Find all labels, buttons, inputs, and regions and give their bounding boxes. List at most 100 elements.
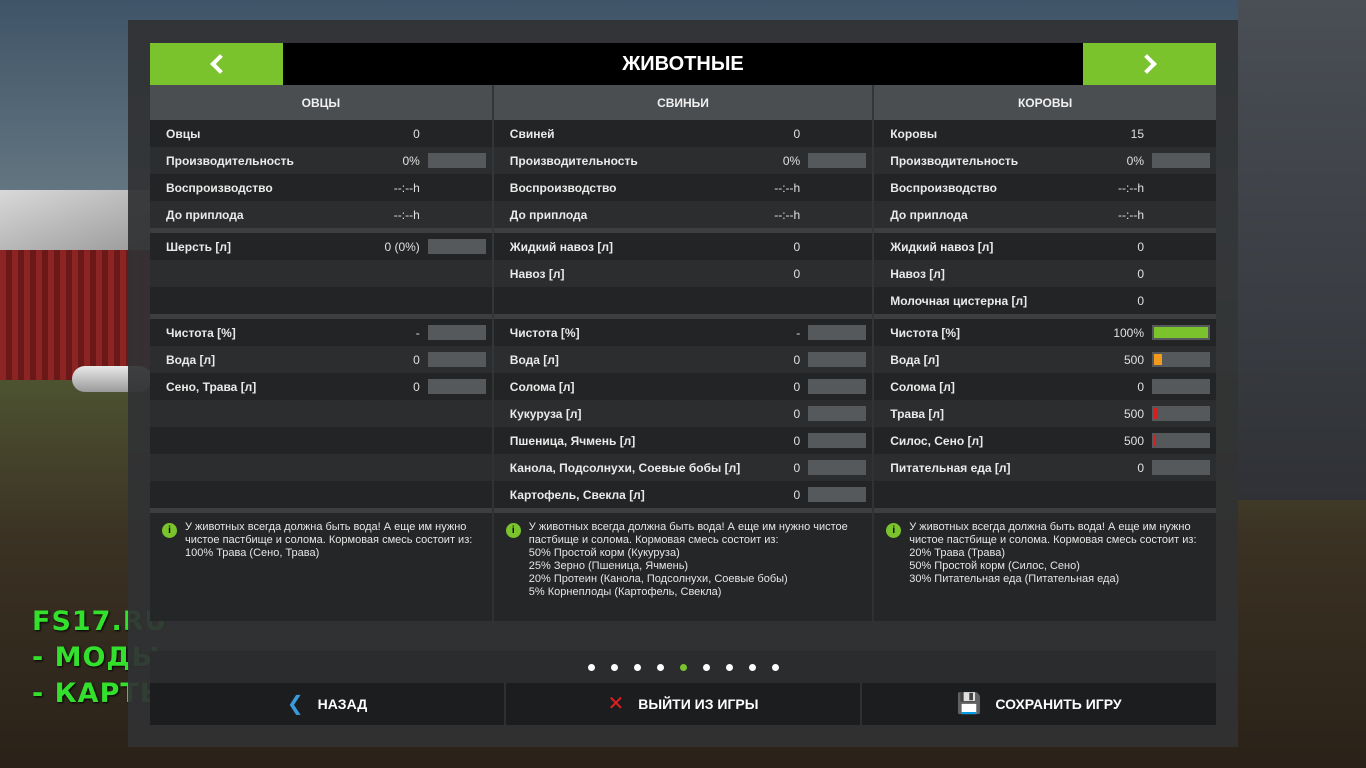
row-label: Вода [л]: [509, 352, 559, 367]
row-value: 0: [793, 460, 801, 475]
info-icon: i: [162, 523, 177, 539]
row-value: 0: [793, 352, 801, 367]
info-text: У животных всегда должна быть вода! А ещ…: [909, 521, 1197, 586]
table-row: Свиней 0: [493, 120, 873, 148]
level-bar: [1152, 325, 1211, 341]
chevron-left-icon: ❮: [286, 693, 304, 715]
page-dot[interactable]: [702, 663, 710, 671]
info-box: i У животных всегда должна быть вода! А е…: [150, 513, 492, 622]
row-label: Шерсть [л]: [166, 239, 231, 254]
footer-bar: ❮ НАЗАД ✕ ВЫЙТИ ИЗ ИГРЫ 💾 СОХРАНИТЬ ИГРУ: [150, 683, 1216, 725]
level-bar: [1152, 433, 1211, 449]
row-label: Производительность: [166, 153, 294, 168]
row-value: 500: [1123, 433, 1145, 448]
row-label: Воспроизводство: [890, 180, 997, 195]
info-icon: i: [505, 523, 521, 539]
table-row: [150, 400, 492, 428]
row-label: Воспроизводство: [166, 180, 273, 195]
table-row: До приплода --:--h: [150, 201, 492, 229]
row-value: 500: [1123, 406, 1145, 421]
table-row: Коровы 15: [874, 120, 1217, 148]
level-bar: [1152, 153, 1211, 169]
row-label: Жидкий навоз [л]: [890, 239, 994, 254]
products-section: Жидкий навоз [л] 0 Навоз [л] 0 Молочная цист…: [874, 233, 1217, 315]
table-row: [150, 260, 492, 288]
table-row: Сено, Трава [л] 0: [150, 373, 492, 401]
level-bar: [808, 433, 867, 449]
row-value: 0%: [1126, 153, 1145, 168]
table-row: [150, 287, 492, 315]
table-row: Жидкий навоз [л] 0: [493, 233, 873, 261]
level-bar: [808, 406, 867, 422]
page-dot[interactable]: [587, 663, 595, 671]
table-row: Чистота [%] -: [493, 319, 873, 347]
row-value: 0: [1137, 460, 1145, 475]
page-dot[interactable]: [633, 663, 641, 671]
row-value: 0: [793, 406, 801, 421]
row-value: 0: [1137, 266, 1145, 281]
row-label: Свиней: [509, 126, 555, 141]
row-label: Жидкий навоз [л]: [509, 239, 613, 254]
level-bar-fill: [1154, 327, 1209, 339]
row-value: 0: [413, 379, 420, 394]
animal-column: СВИНЬИ Свиней 0 Производительность 0% Воспрои…: [493, 85, 873, 622]
page-dot[interactable]: [656, 663, 664, 671]
row-value: 500: [1123, 352, 1145, 367]
info-box: i У животных всегда должна быть вода! А е…: [874, 513, 1217, 622]
exit-game-button[interactable]: ✕ ВЫЙТИ ИЗ ИГРЫ: [506, 683, 860, 725]
page-dot[interactable]: [610, 663, 618, 671]
info-icon: i: [886, 523, 902, 539]
table-row: До приплода --:--h: [874, 201, 1217, 229]
page-dot[interactable]: [771, 663, 779, 671]
row-label: Производительность: [509, 153, 638, 168]
row-label: Воспроизводство: [509, 180, 617, 195]
next-page-button[interactable]: [1083, 43, 1216, 85]
back-button[interactable]: ❮ НАЗАД: [150, 683, 504, 725]
level-bar: [427, 352, 486, 368]
row-label: До приплода: [890, 207, 968, 222]
page-dot[interactable]: [725, 663, 733, 671]
row-value: 0: [1137, 239, 1145, 254]
page-dot[interactable]: [748, 663, 756, 671]
table-row: Производительность 0%: [493, 147, 873, 175]
row-label: Навоз [л]: [890, 266, 945, 281]
row-label: Солома [л]: [890, 379, 955, 394]
info-text: У животных всегда должна быть вода! А ещ…: [185, 521, 473, 560]
table-row: [493, 287, 873, 315]
level-bar: [427, 379, 486, 395]
table-row: Навоз [л] 0: [493, 260, 873, 288]
table-row: [150, 427, 492, 455]
table-row: Вода [л] 0: [493, 346, 873, 374]
table-row: Овцы 0: [150, 120, 492, 148]
row-label: Производительность: [890, 153, 1019, 168]
table-row: Трава [л] 500: [874, 400, 1217, 428]
table-row: Жидкий навоз [л] 0: [874, 233, 1217, 261]
stats-section: Свиней 0 Производительность 0% Воспроизводст…: [493, 120, 873, 229]
row-value: 0: [793, 433, 801, 448]
info-box: i У животных всегда должна быть вода! А е…: [493, 513, 873, 622]
level-bar: [1152, 379, 1211, 395]
table-row: Производительность 0%: [150, 147, 492, 175]
save-game-button[interactable]: 💾 СОХРАНИТЬ ИГРУ: [862, 683, 1216, 725]
level-bar: [427, 153, 486, 169]
prev-page-button[interactable]: [150, 43, 283, 85]
table-row: Чистота [%] -: [150, 319, 492, 347]
row-value: 0: [413, 352, 420, 367]
row-value: 0: [793, 126, 801, 141]
level-bar: [1152, 406, 1211, 422]
page-title: ЖИВОТНЫЕ: [622, 52, 744, 75]
close-icon: ✕: [607, 693, 625, 715]
level-bar: [808, 352, 867, 368]
level-bar: [1152, 460, 1211, 476]
back-button-label: НАЗАД: [317, 696, 368, 712]
table-row: Вода [л] 500: [874, 346, 1217, 374]
level-bar: [427, 325, 486, 341]
row-label: До приплода: [166, 207, 244, 222]
page-dot[interactable]: [679, 663, 687, 671]
page-header: ЖИВОТНЫЕ: [150, 43, 1216, 85]
level-bar: [808, 325, 867, 341]
row-value: 100%: [1113, 325, 1145, 340]
row-value: 0: [793, 266, 801, 281]
table-row: Картофель, Свекла [л] 0: [493, 481, 873, 509]
animal-column: КОРОВЫ Коровы 15 Производительность 0% Воспро…: [874, 85, 1217, 622]
